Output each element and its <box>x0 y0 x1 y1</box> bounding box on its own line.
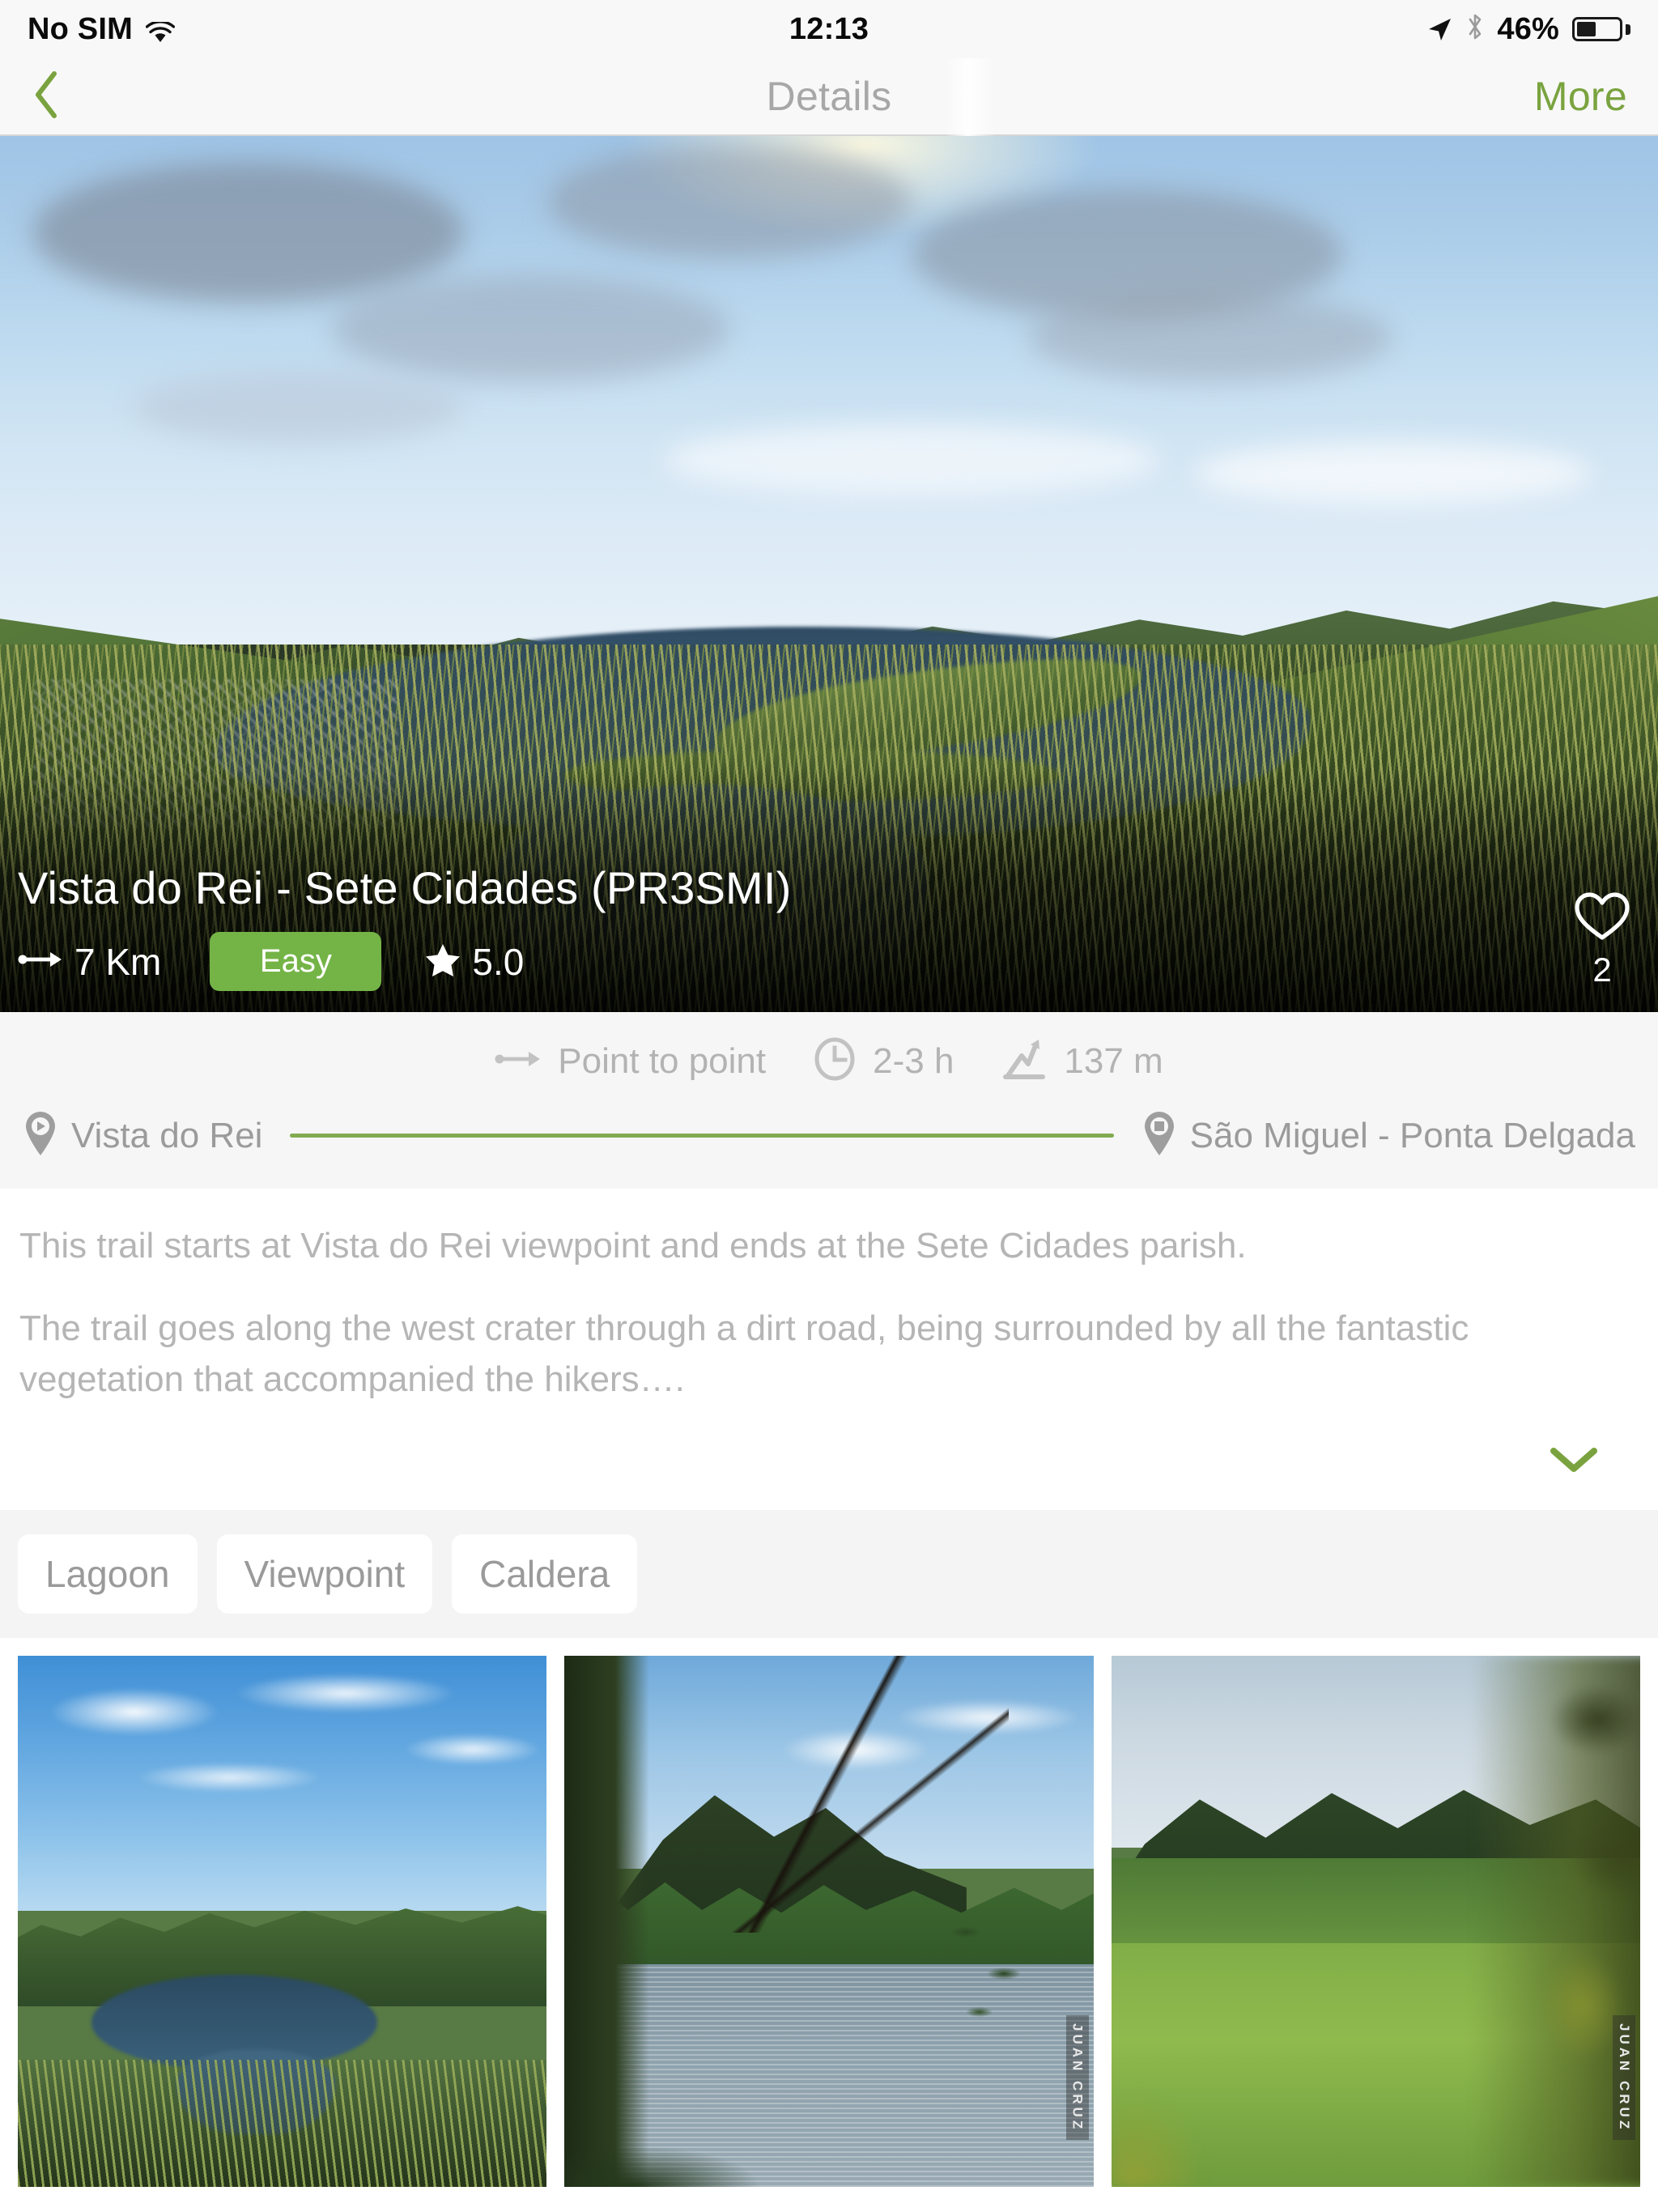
status-bar-right: 46% <box>869 11 1631 49</box>
expand-description-button[interactable] <box>0 1413 1658 1511</box>
status-bar-left: No SIM <box>28 12 789 47</box>
chevron-left-icon <box>30 69 62 125</box>
star-icon <box>425 942 461 981</box>
map-pin-start-icon <box>23 1110 58 1161</box>
point-to-point-arrow-icon <box>18 949 63 974</box>
photo-gallery: JUAN CRUZ JUAN CRUZ <box>0 1638 1658 2188</box>
bluetooth-icon <box>1466 11 1484 49</box>
page-title: Details <box>766 74 892 119</box>
heart-outline-icon <box>1574 891 1630 946</box>
photo-watermark: JUAN CRUZ <box>1612 2015 1635 2141</box>
status-bar: No SIM 12:13 46% <box>0 0 1658 58</box>
stat-duration: 2-3 h <box>813 1037 954 1085</box>
carrier-label: No SIM <box>28 11 133 46</box>
stat-duration-label: 2-3 h <box>873 1040 954 1081</box>
trail-title: Vista do Rei - Sete Cidades (PR3SMI) <box>18 862 792 913</box>
point-to-point-arrow-icon <box>495 1049 542 1074</box>
trail-distance-label: 7 Km <box>74 940 162 983</box>
hero-image[interactable]: Vista do Rei - Sete Cidades (PR3SMI) 7 K… <box>0 136 1658 1012</box>
app-screen: No SIM 12:13 46% Details More Vista do R… <box>0 0 1658 2212</box>
tag-list: Lagoon Viewpoint Caldera <box>0 1510 1658 1639</box>
trail-stats-row: Point to point 2-3 h 137 m <box>0 1036 1658 1086</box>
trail-distance: 7 Km <box>18 940 161 984</box>
hero-overlay: Vista do Rei - Sete Cidades (PR3SMI) 7 K… <box>0 861 1658 1012</box>
wifi-icon <box>145 18 176 42</box>
location-arrow-icon <box>1426 15 1453 43</box>
photo-watermark: JUAN CRUZ <box>1065 2015 1089 2141</box>
navbar-highlight <box>946 58 996 136</box>
stat-route-type-label: Point to point <box>558 1040 767 1081</box>
stat-route-type: Point to point <box>495 1041 766 1082</box>
description-paragraph-1: This trail starts at Vista do Rei viewpo… <box>19 1226 1247 1266</box>
route-start-label: Vista do Rei <box>71 1115 263 1155</box>
tag-chip-viewpoint[interactable]: Viewpoint <box>216 1534 433 1614</box>
gallery-photo-1[interactable] <box>18 1656 547 2188</box>
gallery-photo-3[interactable]: JUAN CRUZ <box>1111 1656 1640 2188</box>
battery-percent-label: 46% <box>1497 11 1560 46</box>
more-button[interactable]: More <box>1534 73 1627 120</box>
tag-chip-lagoon[interactable]: Lagoon <box>18 1534 198 1614</box>
chevron-down-icon <box>1550 1446 1598 1478</box>
trail-rating: 5.0 <box>425 940 524 984</box>
description-paragraph-2: The trail goes along the west crater thr… <box>19 1308 1469 1399</box>
navigation-bar: Details More <box>0 58 1658 136</box>
trail-rating-label: 5.0 <box>472 940 525 983</box>
tag-chip-caldera[interactable]: Caldera <box>452 1534 638 1614</box>
difficulty-badge: Easy <box>210 932 382 991</box>
favorite-button[interactable]: 2 <box>1574 891 1630 989</box>
route-end: São Miguel - Ponta Delgada <box>1141 1110 1635 1161</box>
trail-stats-panel: Point to point 2-3 h 137 m Vista do Rei … <box>0 1012 1658 1189</box>
battery-icon <box>1572 17 1631 41</box>
route-progress-line <box>290 1134 1114 1138</box>
stat-elevation: 137 m <box>1001 1036 1163 1086</box>
route-end-label: São Miguel - Ponta Delgada <box>1189 1115 1635 1155</box>
clock-icon <box>813 1037 857 1085</box>
status-bar-clock: 12:13 <box>789 11 869 46</box>
gallery-photo-2[interactable]: JUAN CRUZ <box>564 1656 1094 2188</box>
back-button[interactable] <box>18 64 74 129</box>
trail-description: This trail starts at Vista do Rei viewpo… <box>0 1189 1658 1414</box>
trail-meta-row: 7 Km Easy 5.0 <box>18 932 1634 991</box>
map-pin-end-icon <box>1141 1110 1177 1161</box>
route-start: Vista do Rei <box>23 1110 262 1161</box>
route-endpoints-row: Vista do Rei São Miguel - Ponta Delgada <box>0 1110 1658 1161</box>
elevation-gain-icon <box>1001 1036 1048 1086</box>
stat-elevation-label: 137 m <box>1064 1040 1163 1081</box>
favorite-count: 2 <box>1592 951 1612 989</box>
